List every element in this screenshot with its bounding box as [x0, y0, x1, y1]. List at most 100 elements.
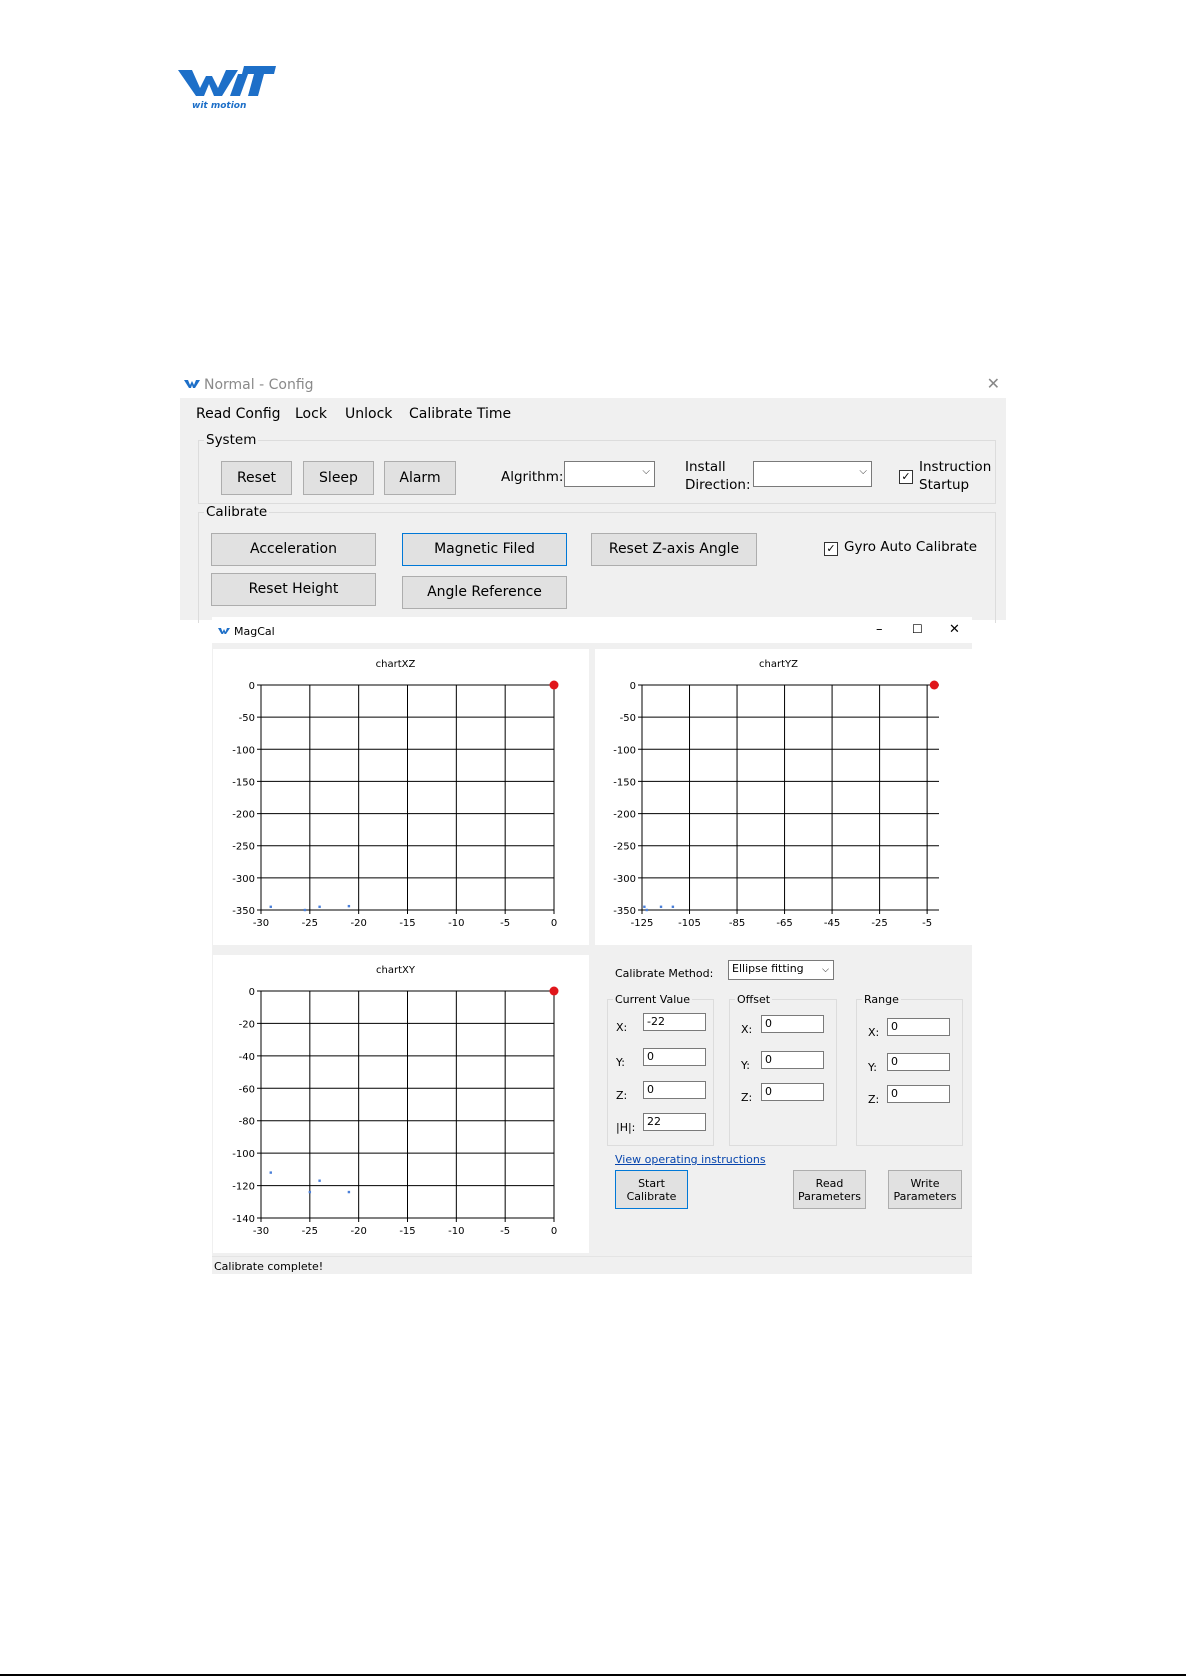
current-point [929, 680, 939, 690]
x-tick-label: -45 [824, 918, 840, 929]
close-icon[interactable]: ✕ [949, 622, 960, 637]
current-z-field[interactable]: 0 [643, 1081, 706, 1099]
maximize-icon[interactable]: ☐ [912, 622, 923, 636]
sleep-button[interactable]: Sleep [303, 461, 374, 495]
chart-title: chartXY [376, 965, 416, 976]
instruction-label-line2: Startup [919, 477, 970, 493]
y-tick-label: -200 [232, 810, 255, 821]
start-calibrate-button[interactable]: Start Calibrate [615, 1170, 688, 1209]
y-tick-label: 0 [249, 681, 255, 692]
reset-z-axis-angle-button[interactable]: Reset Z-axis Angle [591, 533, 757, 566]
angle-reference-button[interactable]: Angle Reference [402, 576, 567, 609]
magnetic-filed-button[interactable]: Magnetic Filed [402, 533, 567, 566]
x-tick-label: -25 [871, 918, 887, 929]
reset-button[interactable]: Reset [221, 461, 292, 495]
y-tick-label: -140 [232, 1214, 255, 1225]
read-parameters-button[interactable]: Read Parameters [793, 1170, 866, 1209]
y-tick-label: -350 [232, 906, 255, 917]
chevron-down-icon: ⌵ [642, 466, 650, 477]
current-y-field[interactable]: 0 [643, 1048, 706, 1066]
range-y-label: Y: [868, 1061, 877, 1074]
x-tick-label: 0 [551, 1226, 557, 1237]
x-tick-label: -10 [448, 918, 464, 929]
current-x-label: X: [616, 1021, 628, 1034]
data-point [643, 905, 646, 908]
calibrate-method-select[interactable]: Ellipse fitting ⌵ [728, 960, 834, 980]
current-value-label: Current Value [613, 993, 693, 1006]
x-tick-label: -30 [253, 918, 269, 929]
write-parameters-button[interactable]: Write Parameters [888, 1170, 962, 1209]
y-tick-label: -200 [613, 810, 636, 821]
data-point [645, 908, 648, 912]
menu-read-config[interactable]: Read Config [196, 406, 281, 422]
x-tick-label: -125 [631, 918, 654, 929]
chart-xz: chartXZ-30 -25 -20 -15 -10 -5 00-50-100-150-20… [232, 659, 559, 929]
data-point [269, 905, 272, 908]
x-tick-label: -85 [729, 918, 745, 929]
minimize-icon[interactable]: – [876, 622, 883, 637]
offset-y-label: Y: [741, 1059, 750, 1072]
range-x-label: X: [868, 1026, 880, 1039]
acceleration-button[interactable]: Acceleration [211, 533, 376, 566]
menu-calibrate-time[interactable]: Calibrate Time [409, 406, 511, 422]
chart-xz-panel: chartXZ -30 -25 -20 -15 -10 -5 0 0 -50 -100 -150 -20… [213, 649, 589, 945]
instruction-startup-checkbox[interactable]: ✓ [899, 470, 913, 484]
range-z-field[interactable]: 0 [887, 1085, 950, 1103]
x-tick-label: -25 [302, 918, 318, 929]
page-bottom-rule [0, 1674, 1186, 1676]
x-tick-label: -20 [350, 918, 366, 929]
reset-height-button[interactable]: Reset Height [211, 573, 376, 606]
chart-xy: chartXY -30 -25 -20 -15 -10 -5 0 0 -20 -40 -60 -80 -1… [232, 965, 559, 1237]
offset-x-field[interactable]: 0 [761, 1015, 824, 1033]
data-point [347, 904, 351, 908]
view-instructions-link[interactable]: View operating instructions [615, 1153, 766, 1166]
system-group-label: System [204, 432, 259, 448]
x-tick-label: -10 [448, 1226, 464, 1237]
y-tick-label: -250 [232, 842, 255, 853]
close-icon[interactable]: ✕ [987, 374, 1000, 393]
chart-yz: chartYZ-125 -105 -85 -65 -45 -25 -50-50-100-15… [613, 659, 939, 929]
alarm-button[interactable]: Alarm [384, 461, 456, 495]
data-point [671, 905, 675, 908]
y-tick-label: -300 [613, 874, 636, 885]
menu-unlock[interactable]: Unlock [345, 406, 392, 422]
data-point [308, 1190, 312, 1194]
magcal-window: MagCal – ☐ ✕ chartXZ -30 -25 -20 -15 -10 -5 0 0-… [212, 617, 972, 1274]
y-tick-label: -50 [239, 713, 255, 724]
algorithm-select[interactable]: ⌵ [564, 461, 655, 487]
read-parameters-line2: Parameters [798, 1190, 861, 1203]
witmotion-logo: wit motion [178, 62, 278, 111]
x-tick-label: -15 [399, 1226, 415, 1237]
y-tick-label: 0 [249, 987, 255, 998]
offset-z-field[interactable]: 0 [761, 1083, 824, 1101]
current-x-field[interactable]: -22 [643, 1013, 706, 1031]
current-h-label: |H|: [616, 1121, 636, 1134]
logo-graphic: wit motion [178, 66, 276, 111]
data-point [659, 905, 663, 908]
status-text: Calibrate complete! [214, 1260, 324, 1273]
start-calibrate-line1: Start [638, 1177, 665, 1190]
chart-yz-panel: chartYZ -125 -105 -85 -65 -45 -25 -5 0 -50 -100 -15… [595, 649, 972, 945]
range-x-field[interactable]: 0 [887, 1018, 950, 1036]
y-tick-label: -100 [232, 1149, 255, 1160]
current-point [549, 680, 559, 690]
offset-y-field[interactable]: 0 [761, 1051, 824, 1069]
x-tick-label: -30 [253, 1226, 269, 1237]
current-z-label: Z: [616, 1089, 628, 1102]
chevron-down-icon: ⌵ [822, 965, 829, 975]
instruction-label-line1: Instruction [919, 459, 992, 475]
data-point [269, 1171, 272, 1174]
write-parameters-line2: Parameters [893, 1190, 957, 1203]
start-calibrate-line2: Calibrate [626, 1190, 677, 1203]
range-y-field[interactable]: 0 [887, 1053, 950, 1071]
data-point [318, 905, 321, 908]
y-tick-label: -250 [613, 842, 636, 853]
y-tick-label: -120 [232, 1182, 255, 1193]
chart-xy-panel: chartXY -30 -25 -20 -15 -10 -5 0 0 -20 -40 -60 -80 -1… [213, 955, 589, 1253]
config-window: Normal - Config ✕ Read Config Lock Unloc… [180, 372, 1006, 623]
current-h-field[interactable]: 22 [643, 1113, 706, 1131]
gyro-auto-calibrate-checkbox[interactable]: ✓ [824, 542, 838, 556]
install-direction-select[interactable]: ⌵ [753, 461, 872, 487]
menu-lock[interactable]: Lock [295, 406, 327, 422]
y-tick-label: -150 [613, 777, 636, 788]
